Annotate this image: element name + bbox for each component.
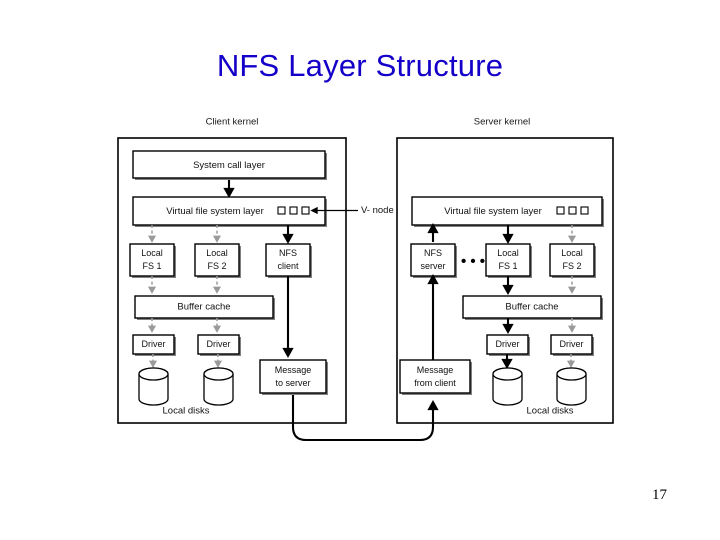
nfs-layer-diagram: Client kernel System call layer Virtual … [110, 112, 630, 472]
server-localfs2-line2: FS 2 [562, 261, 581, 271]
server-vfs-label: Virtual file system layer [444, 206, 542, 217]
client-disk-2 [203, 367, 234, 406]
server-disk-2 [556, 367, 587, 406]
server-vnode-square-2 [568, 206, 577, 215]
client-localfs2-line1: Local [206, 248, 228, 258]
server-buffer-label: Buffer cache [505, 302, 558, 313]
server-localfs2-line1: Local [561, 248, 583, 258]
server-fs-ellipsis: • • • [461, 253, 485, 270]
client-disk-1 [138, 367, 169, 406]
page-number: 17 [652, 487, 667, 503]
slide-canvas: NFS Layer Structure Client kernel System [0, 0, 720, 540]
page-title: NFS Layer Structure [216, 48, 504, 83]
server-message-line1: Message [417, 365, 454, 375]
client-nfsclient-line1: NFS [279, 248, 297, 258]
client-vnode-square-1 [277, 206, 286, 215]
client-driver1-label: Driver [142, 339, 166, 349]
server-driver2-label: Driver [560, 339, 584, 349]
client-localfs1-line2: FS 1 [142, 261, 161, 271]
server-nfsserver-line2: server [420, 261, 445, 271]
client-localfs1-line1: Local [141, 248, 163, 258]
client-localfs2-line2: FS 2 [207, 261, 226, 271]
client-vnode-square-2 [289, 206, 298, 215]
server-vnode-square-1 [556, 206, 565, 215]
vnode-callout-label: V- node [361, 205, 394, 216]
server-vnode-square-3 [580, 206, 589, 215]
client-local-disks-label: Local disks [163, 406, 210, 417]
client-message-line1: Message [275, 365, 312, 375]
client-vfs-label: Virtual file system layer [166, 206, 264, 217]
system-call-layer-label: System call layer [193, 160, 265, 171]
client-server-link-curve [291, 395, 439, 442]
server-driver1-label: Driver [496, 339, 520, 349]
client-message-line2: to server [275, 378, 310, 388]
client-nfsclient-line2: client [277, 261, 299, 271]
client-buffer-label: Buffer cache [177, 302, 230, 313]
server-localfs1-line2: FS 1 [498, 261, 517, 271]
client-vnode-square-3 [301, 206, 310, 215]
server-nfsserver-line1: NFS [424, 248, 442, 258]
server-localfs1-line1: Local [497, 248, 519, 258]
client-kernel-header: Client kernel [206, 117, 259, 128]
server-local-disks-label: Local disks [527, 406, 574, 417]
server-kernel-header: Server kernel [474, 117, 531, 128]
server-disk-1 [492, 367, 523, 406]
server-message-line2: from client [414, 378, 456, 388]
client-driver2-label: Driver [207, 339, 231, 349]
